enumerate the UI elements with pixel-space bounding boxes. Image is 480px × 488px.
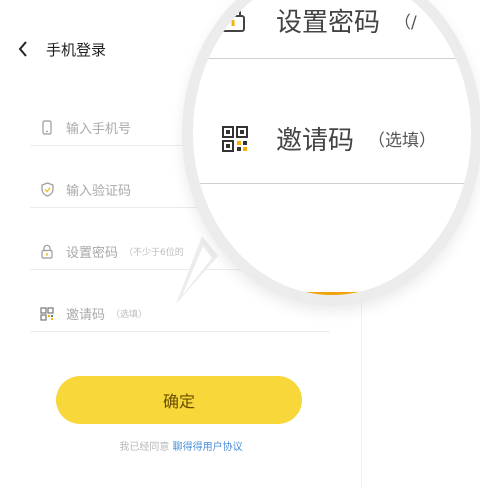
header: 手机登录	[18, 36, 106, 62]
magnifier-invite-label: 邀请码	[276, 125, 355, 156]
code-placeholder: 输入验证码	[66, 184, 132, 199]
magnifier-password-row: 设置密码 （/	[276, 0, 417, 40]
back-arrow-icon[interactable]	[18, 39, 32, 59]
phone-placeholder: 输入手机号	[66, 122, 132, 137]
magnifier-invite-row: 邀请码 （选填）	[276, 118, 436, 158]
user-agreement-link[interactable]: 聊得得用户协议	[173, 442, 243, 453]
lock-icon	[221, 6, 245, 32]
divider	[200, 183, 471, 184]
invite-label: 邀请码	[66, 308, 106, 323]
magnifier: 设置密码 （/ 邀请码 （选填）	[182, 0, 480, 306]
magnifier-password-label: 设置密码	[276, 7, 381, 38]
qr-code-icon	[40, 306, 54, 322]
qr-code-icon	[222, 126, 248, 152]
agreement-prefix: 我已经同意	[119, 442, 170, 453]
divider	[200, 58, 471, 59]
lock-icon	[40, 244, 54, 260]
phone-icon	[40, 120, 54, 136]
shield-icon	[40, 182, 54, 198]
password-placeholder: 设置密码	[66, 246, 119, 261]
magnifier-content: 设置密码 （/ 邀请码 （选填）	[193, 0, 471, 295]
invite-hint: （选填）	[111, 310, 148, 320]
magnifier-password-hint: （/	[394, 12, 417, 33]
confirm-button[interactable]: 确定	[56, 376, 302, 424]
agreement-text: 我已经同意 聊得得用户协议	[0, 438, 362, 453]
magnifier-invite-hint: （选填）	[368, 130, 437, 151]
page-title: 手机登录	[46, 40, 107, 59]
